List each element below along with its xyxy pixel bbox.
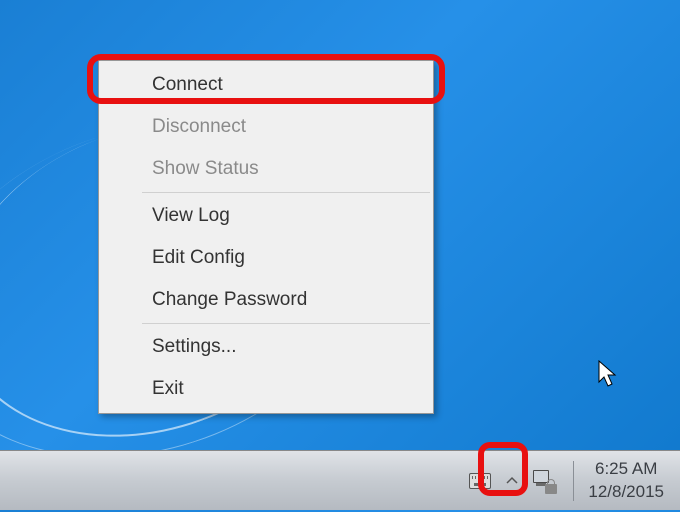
menu-item-show-status: Show Status bbox=[102, 148, 430, 190]
tray-divider bbox=[573, 461, 574, 501]
clock-time: 6:25 AM bbox=[595, 458, 657, 480]
mouse-cursor-icon bbox=[598, 360, 620, 393]
menu-item-edit-config[interactable]: Edit Config bbox=[102, 237, 430, 279]
menu-item-change-password[interactable]: Change Password bbox=[102, 279, 430, 321]
taskbar: 6:25 AM 12/8/2015 bbox=[0, 450, 680, 510]
system-tray bbox=[469, 470, 567, 492]
keyboard-layout-icon[interactable] bbox=[469, 470, 491, 492]
clock-area[interactable]: 6:25 AM 12/8/2015 bbox=[580, 458, 680, 502]
menu-item-exit[interactable]: Exit bbox=[102, 368, 430, 410]
menu-separator bbox=[142, 192, 430, 193]
menu-item-settings[interactable]: Settings... bbox=[102, 326, 430, 368]
show-hidden-icons-icon[interactable] bbox=[505, 474, 519, 488]
clock-date: 12/8/2015 bbox=[588, 481, 664, 503]
menu-item-disconnect: Disconnect bbox=[102, 106, 430, 148]
desktop-background: Connect Disconnect Show Status View Log … bbox=[0, 0, 680, 510]
menu-item-view-log[interactable]: View Log bbox=[102, 195, 430, 237]
menu-separator bbox=[142, 323, 430, 324]
vpn-context-menu: Connect Disconnect Show Status View Log … bbox=[98, 60, 434, 414]
menu-item-connect[interactable]: Connect bbox=[102, 64, 430, 106]
vpn-tray-icon[interactable] bbox=[533, 470, 555, 492]
